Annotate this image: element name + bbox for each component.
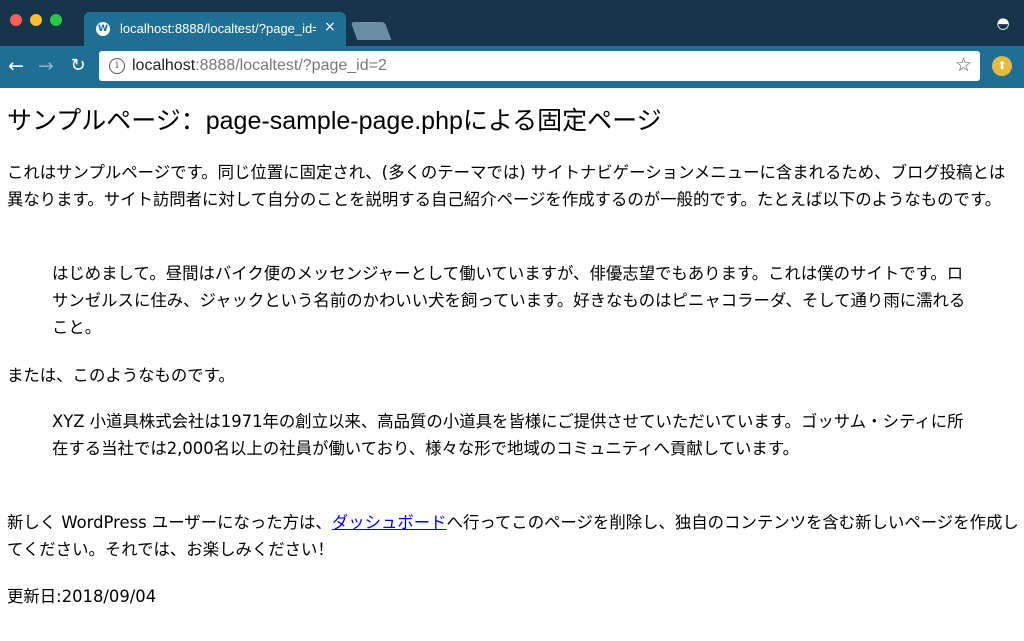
minimize-window-button[interactable] — [30, 14, 42, 26]
address-bar[interactable]: i localhost:8888/localtest/?page_id=2 ☆ — [99, 51, 980, 81]
close-window-button[interactable] — [10, 14, 22, 26]
blockquote-1: はじめまして。昼間はバイク便のメッセンジャーとして働いていますが、俳優志望でもあ… — [52, 264, 966, 337]
browser-toolbar: ← → ↻ i localhost:8888/localtest/?page_i… — [0, 46, 1024, 88]
forward-icon[interactable]: → — [34, 54, 58, 78]
tab-title: localhost:8888/localtest/?page_id=2 — [120, 21, 316, 36]
intro-paragraph: これはサンプルページです。同じ位置に固定され、(多くのテーマでは) サイトナビゲ… — [7, 163, 1006, 209]
close-icon[interactable]: × — [324, 19, 336, 35]
page-content: サンプルページ：page-sample-page.phpによる固定ページ これは… — [0, 88, 1024, 641]
url-host: localhost — [132, 57, 196, 74]
reload-icon[interactable]: ↻ — [66, 54, 90, 78]
url-text[interactable]: localhost:8888/localtest/?page_id=2 — [132, 57, 387, 75]
dashboard-paragraph: 新しく WordPress ユーザーになった方は、ダッシュボードへ行ってこのペー… — [7, 509, 1021, 563]
blockquote-2: XYZ 小道具株式会社は1971年の創立以来、高品質の小道具を皆様にご提供させて… — [52, 412, 964, 458]
incognito-icon: ◓ — [996, 14, 1010, 32]
url-path: :8888/localtest/?page_id=2 — [195, 57, 387, 74]
maximize-window-button[interactable] — [50, 14, 62, 26]
new-tab-button[interactable] — [350, 22, 392, 40]
dashboard-text-before: 新しく WordPress ユーザーになった方は、 — [7, 513, 332, 532]
page-title: サンプルページ：page-sample-page.phpによる固定ページ — [7, 107, 662, 135]
browser-tab[interactable]: W localhost:8888/localtest/?page_id=2 × — [84, 12, 346, 46]
dashboard-link[interactable]: ダッシュボード — [332, 513, 447, 532]
browser-titlebar: W localhost:8888/localtest/?page_id=2 × … — [0, 0, 1024, 46]
favicon-icon: W — [96, 22, 110, 36]
back-icon[interactable]: ← — [4, 54, 28, 78]
star-icon[interactable]: ☆ — [955, 54, 972, 76]
info-icon[interactable]: i — [109, 58, 125, 74]
or-paragraph: または、このようなものです。 — [7, 366, 235, 385]
extension-icon[interactable]: ⬆ — [992, 56, 1012, 76]
updated-date: 更新日:2018/09/04 — [7, 587, 157, 606]
